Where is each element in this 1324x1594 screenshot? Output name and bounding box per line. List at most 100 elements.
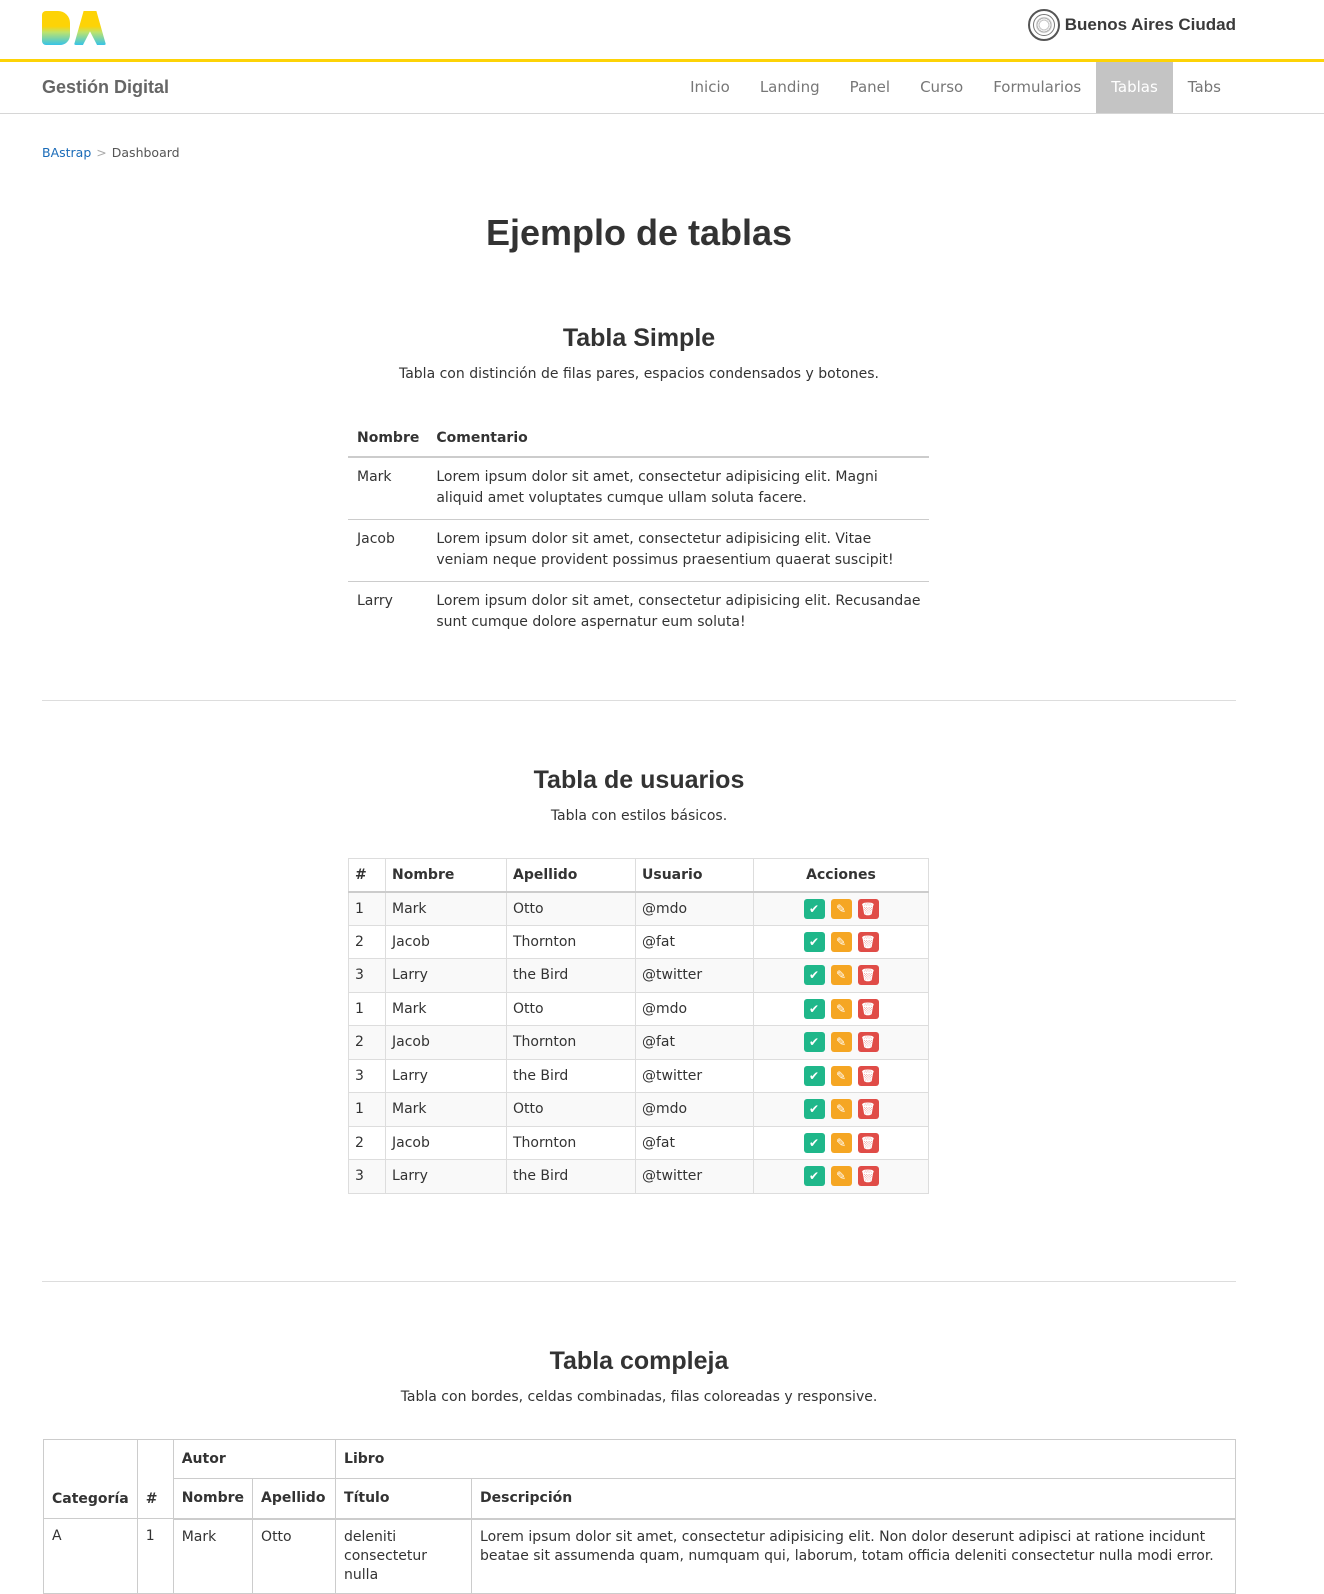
breadcrumb-separator: >: [96, 145, 107, 160]
complex-table-subtitle: Tabla con bordes, celdas combinadas, fil…: [400, 1389, 878, 1405]
section-divider: [42, 1281, 1236, 1282]
cell-usuario: @twitter: [635, 958, 754, 993]
trash-icon: 🗑: [860, 1068, 876, 1083]
cell-nombre: Jacob: [385, 1125, 507, 1160]
confirm-button[interactable]: ✔: [803, 1132, 825, 1153]
delete-button[interactable]: 🗑: [857, 965, 879, 986]
simple-table-subtitle: Tabla con distinción de filas pares, esp…: [398, 366, 880, 382]
nav-item-landing[interactable]: Landing: [745, 62, 835, 113]
nav-item-tablas[interactable]: Tablas: [1096, 62, 1173, 113]
logo-letter-a: [74, 11, 106, 45]
confirm-button[interactable]: ✔: [803, 1065, 825, 1086]
edit-button[interactable]: ✎: [830, 1099, 852, 1120]
complex-table-title: Tabla compleja: [549, 1347, 729, 1375]
table-row: 2 Jacob Thornton @fat ✔ ✎ 🗑: [348, 924, 929, 959]
column-header-nombre: Nombre: [385, 858, 507, 893]
simple-table-title: Tabla Simple: [562, 324, 716, 352]
table-row: Mark Lorem ipsum dolor sit amet, consect…: [348, 457, 929, 520]
page-title: Ejemplo de tablas: [485, 212, 793, 253]
check-icon: ✔: [808, 901, 820, 916]
breadcrumb-root-link[interactable]: BAstrap: [42, 145, 91, 160]
check-icon: ✔: [808, 934, 820, 949]
cell-usuario: @twitter: [635, 1159, 754, 1194]
cell-acciones: ✔ ✎ 🗑: [753, 958, 929, 993]
table-header-row: Nombre Apellido Título Descripción: [44, 1478, 1236, 1520]
column-header-apellido: Apellido: [252, 1478, 337, 1520]
cell-usuario: @fat: [635, 924, 754, 959]
delete-button[interactable]: 🗑: [857, 1132, 879, 1153]
cell-number: 3: [348, 1058, 386, 1093]
delete-button[interactable]: 🗑: [857, 998, 879, 1019]
delete-button[interactable]: 🗑: [857, 931, 879, 952]
column-header-descripcion: Descripción: [471, 1478, 1236, 1520]
cell-number: 3: [348, 958, 386, 993]
table-row: 2 Jacob Thornton @fat ✔ ✎ 🗑: [348, 1125, 929, 1160]
confirm-button[interactable]: ✔: [803, 1099, 825, 1120]
pencil-icon: ✎: [835, 1035, 847, 1050]
delete-button[interactable]: 🗑: [857, 1166, 879, 1187]
column-header-nombre: Nombre: [348, 420, 428, 458]
pencil-icon: ✎: [835, 1169, 847, 1184]
column-header-titulo: Título: [335, 1478, 473, 1520]
table-row: 3 Larry the Bird @twitter ✔ ✎ 🗑: [348, 1058, 929, 1093]
cell-acciones: ✔ ✎ 🗑: [753, 1159, 929, 1194]
delete-button[interactable]: 🗑: [857, 1065, 879, 1086]
cell-nombre: Mark: [385, 891, 507, 926]
edit-button[interactable]: ✎: [830, 931, 852, 952]
main-navbar: Gestión Digital Inicio Landing Panel Cur…: [0, 62, 1324, 114]
cell-apellido: Thornton: [506, 1125, 636, 1160]
ba-logo[interactable]: [42, 11, 106, 45]
navbar-brand[interactable]: Gestión Digital: [42, 77, 169, 98]
confirm-button[interactable]: ✔: [803, 931, 825, 952]
pencil-icon: ✎: [835, 1135, 847, 1150]
confirm-button[interactable]: ✔: [803, 998, 825, 1019]
cell-acciones: ✔ ✎ 🗑: [753, 991, 929, 1026]
edit-button[interactable]: ✎: [830, 1032, 852, 1053]
cell-number: 3: [348, 1159, 386, 1194]
cell-nombre: Jacob: [385, 1025, 507, 1060]
users-table-subtitle: Tabla con estilos básicos.: [550, 808, 728, 824]
city-brand[interactable]: Buenos Aires Ciudad: [1027, 9, 1236, 41]
edit-button[interactable]: ✎: [830, 1132, 852, 1153]
confirm-button[interactable]: ✔: [803, 1166, 825, 1187]
confirm-button[interactable]: ✔: [803, 1032, 825, 1053]
nav-item-panel[interactable]: Panel: [835, 62, 905, 113]
nav-menu: Inicio Landing Panel Curso Formularios T…: [675, 62, 1236, 113]
cell-acciones: ✔ ✎ 🗑: [753, 1125, 929, 1160]
check-icon: ✔: [808, 1035, 820, 1050]
edit-button[interactable]: ✎: [830, 1166, 852, 1187]
nav-item-curso[interactable]: Curso: [905, 62, 978, 113]
pencil-icon: ✎: [835, 901, 847, 916]
cell-usuario: @fat: [635, 1125, 754, 1160]
delete-button[interactable]: 🗑: [857, 1032, 879, 1053]
nav-item-tabs[interactable]: Tabs: [1173, 62, 1236, 113]
delete-button[interactable]: 🗑: [857, 1099, 879, 1120]
table-row: 1 Mark Otto @mdo ✔ ✎ 🗑: [348, 1092, 929, 1127]
nav-item-inicio[interactable]: Inicio: [675, 62, 745, 113]
cell-number: 1: [136, 1518, 174, 1594]
users-table-title: Tabla de usuarios: [533, 766, 745, 794]
nav-item-formularios[interactable]: Formularios: [978, 62, 1096, 113]
pencil-icon: ✎: [835, 968, 847, 983]
edit-button[interactable]: ✎: [830, 998, 852, 1019]
cell-nombre: Mark: [172, 1518, 254, 1594]
cell-number: 1: [348, 991, 386, 1026]
cell-apellido: the Bird: [506, 1058, 636, 1093]
cell-usuario: @twitter: [635, 1058, 754, 1093]
confirm-button[interactable]: ✔: [803, 965, 825, 986]
table-row: Jacob Lorem ipsum dolor sit amet, consec…: [348, 519, 929, 582]
cell-number: 2: [348, 1025, 386, 1060]
delete-button[interactable]: 🗑: [857, 898, 879, 919]
city-seal-icon: [1027, 9, 1060, 41]
confirm-button[interactable]: ✔: [803, 898, 825, 919]
pencil-icon: ✎: [835, 1068, 847, 1083]
cell-nombre: Larry: [385, 1058, 507, 1093]
edit-button[interactable]: ✎: [830, 898, 852, 919]
trash-icon: 🗑: [860, 1035, 876, 1050]
check-icon: ✔: [808, 1169, 820, 1184]
group-header-autor: Autor: [172, 1439, 337, 1479]
edit-button[interactable]: ✎: [830, 965, 852, 986]
cell-acciones: ✔ ✎ 🗑: [753, 924, 929, 959]
pencil-icon: ✎: [835, 1102, 847, 1117]
edit-button[interactable]: ✎: [830, 1065, 852, 1086]
